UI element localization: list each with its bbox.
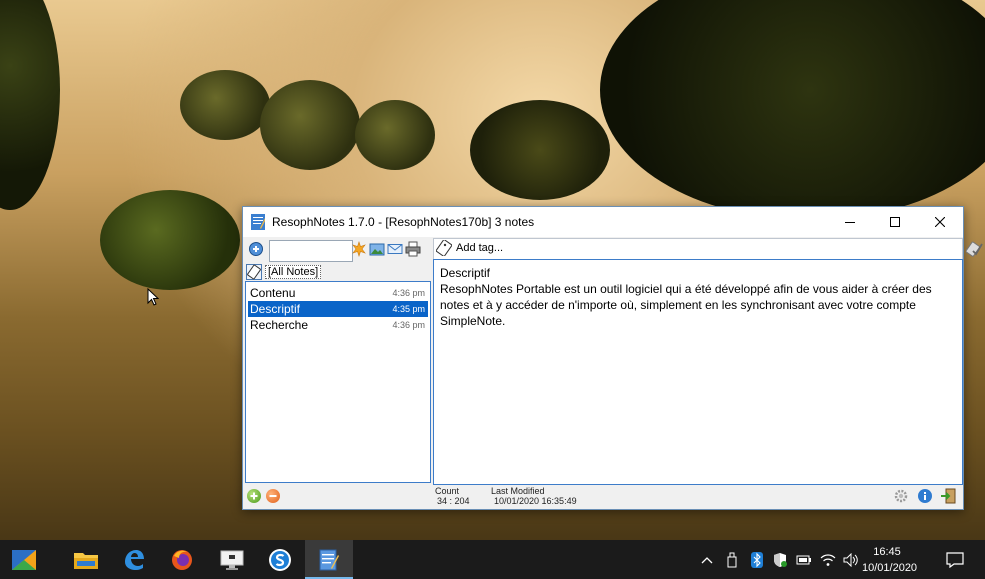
taskbar-sync-app[interactable]: [256, 540, 304, 579]
colorful-app-icon: [12, 549, 36, 570]
taskbar: 16:45 10/01/2020: [0, 540, 985, 579]
editor-title-line: Descriptif: [440, 266, 491, 280]
maximize-icon: [889, 217, 900, 227]
add-note-button[interactable]: [247, 489, 261, 503]
left-toolbar: [245, 240, 433, 262]
window-title: ResophNotes 1.7.0 - [ResophNotes170b] 3 …: [272, 215, 535, 229]
modified-status: Last Modified 10/01/2020 16:35:49: [491, 486, 577, 506]
taskbar-resophnotes[interactable]: [305, 540, 353, 579]
taskbar-clock[interactable]: 16:45 10/01/2020: [862, 544, 918, 576]
note-editor[interactable]: Descriptif ResophNotes Portable est un o…: [433, 259, 963, 485]
count-status: Count 34 : 204: [435, 486, 470, 506]
chevron-up-icon: [701, 556, 713, 563]
taskbar-start-app[interactable]: [0, 540, 48, 579]
note-item-recherche[interactable]: Recherche 4:36 pm: [248, 317, 428, 333]
note-time: 4:36 pm: [392, 288, 425, 298]
tray-bluetooth[interactable]: [747, 540, 767, 579]
close-button[interactable]: [917, 207, 962, 237]
add-tag-input[interactable]: Add tag...: [456, 242, 503, 254]
notes-panel: [All Notes] Contenu 4:36 pm Descriptif 4…: [245, 263, 431, 483]
tag-confirm-icon[interactable]: [966, 240, 984, 258]
note-time: 4:35 pm: [392, 304, 425, 314]
note-time: 4:36 pm: [392, 320, 425, 330]
modified-value: 10/01/2020 16:35:49: [494, 496, 577, 506]
edge-browser-icon: [125, 549, 144, 570]
speaker-icon: [843, 552, 858, 567]
add-search-icon[interactable]: [248, 241, 264, 257]
sync-icon[interactable]: [351, 241, 367, 257]
image-icon[interactable]: [369, 241, 385, 257]
taskbar-firefox[interactable]: [158, 540, 206, 579]
shield-icon: [774, 552, 787, 567]
sync-app-icon: [269, 548, 291, 571]
note-actions: [245, 487, 431, 507]
settings-icon[interactable]: [893, 488, 909, 504]
tray-network[interactable]: [818, 540, 838, 579]
resophnotes-window: ResophNotes 1.7.0 - [ResophNotes170b] 3 …: [242, 206, 983, 510]
tray-security[interactable]: [770, 540, 790, 579]
minus-icon: [269, 495, 277, 497]
notification-icon: [946, 551, 964, 568]
note-item-contenu[interactable]: Contenu 4:36 pm: [248, 285, 428, 301]
mouse-cursor-icon: [147, 288, 159, 306]
resophnotes-icon: [319, 549, 339, 570]
exit-icon[interactable]: [940, 488, 956, 504]
tag-filter[interactable]: [All Notes]: [245, 263, 431, 281]
monitor-icon: [220, 550, 244, 570]
notepad-app-icon: [251, 214, 265, 230]
battery-icon: [796, 555, 811, 564]
taskbar-edge[interactable]: [110, 540, 158, 579]
modified-label: Last Modified: [491, 486, 545, 496]
email-icon[interactable]: [387, 241, 403, 257]
editor-body: ResophNotes Portable est un outil logici…: [440, 282, 932, 328]
tray-show-hidden[interactable]: [697, 540, 717, 579]
count-label: Count: [435, 486, 460, 496]
note-title: Recherche: [250, 318, 309, 332]
minimize-button[interactable]: [827, 207, 872, 237]
tag-bar: Add tag...: [433, 238, 983, 260]
editor-content[interactable]: Descriptif ResophNotes Portable est un o…: [440, 265, 950, 329]
tray-usb[interactable]: [722, 540, 742, 579]
count-value: 34 : 204: [437, 496, 470, 506]
maximize-button[interactable]: [872, 207, 917, 237]
note-list: Contenu 4:36 pm Descriptif 4:35 pm Reche…: [245, 281, 431, 483]
delete-note-button[interactable]: [266, 489, 280, 503]
search-input[interactable]: [269, 240, 353, 262]
taskbar-monitor-app[interactable]: [208, 540, 256, 579]
note-title: Descriptif: [250, 302, 301, 316]
folder-icon: [74, 552, 98, 569]
tag-filter-icon: [246, 264, 262, 280]
wifi-icon: [820, 553, 836, 566]
title-bar[interactable]: ResophNotes 1.7.0 - [ResophNotes170b] 3 …: [243, 207, 963, 237]
print-icon[interactable]: [405, 241, 421, 257]
note-title: Contenu: [250, 286, 296, 300]
usb-drive-icon: [727, 552, 737, 567]
clock-time: 16:45: [873, 546, 901, 558]
tray-volume[interactable]: [841, 540, 861, 579]
firefox-icon: [172, 549, 192, 570]
bluetooth-icon: [751, 551, 763, 568]
note-item-descriptif[interactable]: Descriptif 4:35 pm: [248, 301, 428, 317]
clock-date: 10/01/2020: [862, 562, 918, 574]
taskbar-file-explorer[interactable]: [62, 540, 110, 579]
minimize-icon: [844, 222, 855, 223]
tray-battery[interactable]: [794, 540, 814, 579]
tag-icon: [436, 240, 452, 256]
tray-notifications[interactable]: [940, 540, 970, 579]
info-icon[interactable]: [917, 488, 933, 504]
filter-label[interactable]: [All Notes]: [265, 265, 322, 279]
close-icon: [934, 217, 945, 227]
plus-icon: [250, 492, 258, 500]
